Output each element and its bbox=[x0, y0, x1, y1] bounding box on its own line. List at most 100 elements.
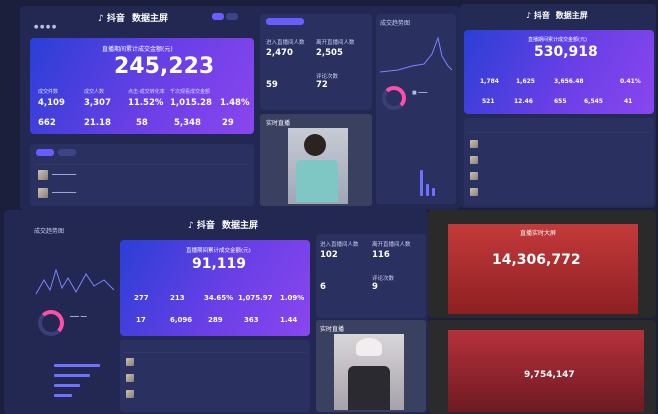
presenter-body bbox=[348, 366, 390, 410]
hero-label: 直播期间累计成交金额(元) bbox=[528, 37, 587, 43]
screen-1-product-list: ━━━━━━━━ ━━━━━━━━ bbox=[30, 144, 254, 206]
table-row-divider bbox=[468, 132, 650, 133]
screen-title: 数据主屏 bbox=[555, 11, 588, 20]
hero-row2-v3: 5,348 bbox=[174, 118, 201, 128]
screen-1-toggle-button-2[interactable] bbox=[226, 13, 238, 20]
s2-row2-v1: 12.46 bbox=[514, 98, 533, 105]
monitor-hero-value: 9,754,147 bbox=[524, 370, 575, 380]
leave-count-value: 116 bbox=[372, 250, 390, 260]
product-thumbnail bbox=[470, 188, 478, 196]
photo-tv-screen-1: 直播实时大屏 14,306,772 bbox=[428, 210, 656, 318]
hero-row1-v0: 4,109 bbox=[38, 98, 65, 108]
screen-1-trend-panel: 成交趋势图 ■ ━━━ bbox=[376, 14, 456, 204]
logo-text: 抖音 bbox=[533, 11, 550, 20]
hero-value: 530,918 bbox=[534, 44, 598, 60]
dashboard-screen-3: 成交趋势图 ━━━ ━━ ♪ 抖音 数据主屏 直播期间累计成交金额(元) 91,… bbox=[4, 210, 428, 414]
s3-row1-v1: 213 bbox=[170, 294, 185, 302]
tv-title: 直播实时大屏 bbox=[520, 230, 557, 237]
donut-legend: ━━━ ━━ bbox=[70, 314, 87, 320]
screen-3-hero-card: 直播期间累计成交金额(元) 91,119 277 213 34.65% 1,07… bbox=[120, 240, 310, 336]
s3-row2-v3: 363 bbox=[244, 316, 259, 324]
screen-3-live-video: 实时直播 bbox=[316, 320, 426, 412]
table-row-divider bbox=[124, 352, 306, 353]
presenter-hat bbox=[356, 338, 382, 356]
hero-row1-v1: 3,307 bbox=[84, 98, 111, 108]
hero-row2-v0: 662 bbox=[38, 118, 56, 128]
screen-1-toggle-button[interactable] bbox=[212, 13, 224, 20]
presenter-head bbox=[304, 134, 326, 156]
hero-row2-v1: 21.18 bbox=[84, 118, 111, 128]
tv-hero-value: 14,306,772 bbox=[492, 252, 581, 268]
s3-row1-v4: 1.09% bbox=[280, 294, 305, 302]
s2-row1-v3: 0.41% bbox=[620, 78, 641, 85]
dashboard-screen-1: ● ● ● ● ♪ 抖音 数据主屏 直播期间累计成交金额(元) 245,223 … bbox=[20, 6, 460, 210]
hero-row1-l3: 千次观看成交金额 bbox=[170, 89, 211, 95]
hero-row1-l0: 成交件数 bbox=[38, 89, 59, 95]
douyin-icon: ♪ bbox=[526, 11, 532, 20]
hero-value: 245,223 bbox=[114, 54, 215, 79]
enter-count-label: 进入直播间人数 bbox=[320, 242, 359, 248]
s2-row2-v0: 521 bbox=[482, 98, 495, 105]
hero-row1-l2: 点击-成交转化率 bbox=[128, 89, 165, 95]
logo-text: 抖音 bbox=[196, 221, 215, 231]
stat-3-value: 6 bbox=[320, 282, 326, 292]
s3-row1-v3: 1,075.97 bbox=[238, 294, 273, 302]
comment-count-label: 评论次数 bbox=[372, 276, 395, 282]
hero-row1-v2: 11.52% bbox=[128, 98, 164, 108]
tshirt-product bbox=[296, 160, 338, 202]
enter-count-label: 进入直播间人数 bbox=[266, 40, 305, 46]
trend-title: 成交趋势图 bbox=[34, 228, 65, 235]
donut-legend: ■ ━━━ bbox=[412, 90, 428, 96]
donut-chart bbox=[38, 310, 64, 336]
live-label: 实时直播 bbox=[266, 120, 291, 127]
product-thumbnail bbox=[126, 358, 134, 366]
s2-row1-v1: 1,625 bbox=[516, 78, 535, 85]
product-tab-2[interactable] bbox=[58, 149, 76, 156]
live-video-frame bbox=[288, 128, 348, 204]
s2-row2-v4: 41 bbox=[624, 98, 633, 105]
product-row-2: ━━━━━━━━ bbox=[52, 190, 77, 196]
s2-row2-v3: 6,545 bbox=[584, 98, 603, 105]
live-video-frame bbox=[334, 334, 404, 410]
douyin-icon: ♪ bbox=[188, 221, 194, 231]
logo-text: 抖音 bbox=[106, 14, 125, 24]
stat-3-value: 59 bbox=[266, 80, 278, 90]
horizontal-bar-list bbox=[36, 350, 116, 410]
screen-1-stats-card: 进入直播间人数 2,470 离开直播间人数 2,505 59 评论次数 72 bbox=[260, 14, 372, 110]
product-thumbnail bbox=[470, 156, 478, 164]
screen-3-product-table bbox=[120, 340, 310, 412]
s3-row2-v4: 1.44 bbox=[280, 316, 298, 324]
leave-count-label: 离开直播间人数 bbox=[372, 242, 411, 248]
s3-row2-v1: 6,096 bbox=[170, 316, 193, 324]
comment-count-value: 9 bbox=[372, 282, 378, 292]
leave-count-label: 离开直播间人数 bbox=[316, 40, 355, 46]
stats-tab-active[interactable] bbox=[266, 18, 304, 25]
product-thumbnail bbox=[38, 170, 48, 180]
screen-2-hero-card: 直播期间累计成交金额(元) 530,918 1,784 1,625 3,656.… bbox=[464, 30, 654, 114]
product-tab-1[interactable] bbox=[36, 149, 54, 156]
hero-label: 直播期间累计成交金额(元) bbox=[102, 46, 173, 53]
table-row-divider bbox=[36, 164, 248, 165]
screen-title: 数据主屏 bbox=[222, 221, 259, 231]
hero-row2-v2: 58 bbox=[136, 118, 148, 128]
screen-1-live-video: 实时直播 bbox=[260, 114, 372, 206]
trend-line-chart bbox=[379, 36, 453, 73]
screen-2-logo: ♪ 抖音 数据主屏 bbox=[526, 10, 588, 21]
tv-display: 直播实时大屏 14,306,772 bbox=[448, 224, 638, 314]
screen-1-logo: ♪ 抖音 数据主屏 bbox=[98, 11, 168, 24]
dashboard-screen-2: ♪ 抖音 数据主屏 直播期间累计成交金额(元) 530,918 1,784 1,… bbox=[460, 4, 656, 208]
bar-chart bbox=[380, 134, 452, 200]
s3-row1-v0: 277 bbox=[134, 294, 149, 302]
screen-3-logo: ♪ 抖音 数据主屏 bbox=[188, 218, 258, 231]
hero-label: 直播期间累计成交金额(元) bbox=[186, 248, 251, 254]
enter-count-value: 102 bbox=[320, 250, 338, 260]
s2-row1-v0: 1,784 bbox=[480, 78, 499, 85]
photo-monitor-2: 9,754,147 bbox=[428, 320, 656, 414]
live-label: 实时直播 bbox=[320, 326, 345, 333]
hero-row1-v4: 1.48% bbox=[220, 98, 250, 108]
hero-value: 91,119 bbox=[192, 256, 247, 272]
donut-chart bbox=[382, 86, 406, 110]
comment-count-label: 评论次数 bbox=[316, 74, 339, 80]
product-thumbnail bbox=[126, 390, 134, 398]
s2-row2-v2: 655 bbox=[554, 98, 567, 105]
